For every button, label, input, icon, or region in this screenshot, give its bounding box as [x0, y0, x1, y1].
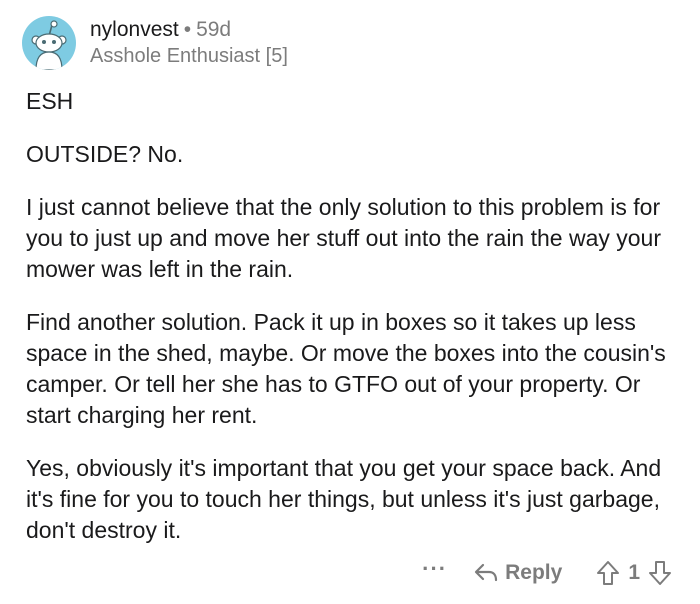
comment-paragraph: OUTSIDE? No. [26, 141, 184, 167]
comment-paragraph: Find another solution. Pack it up in box… [26, 309, 666, 428]
comment: nylonvest • 59d Asshole Enthusiast [5] ESH… [0, 0, 700, 604]
comment-age[interactable]: 59d [196, 18, 231, 41]
vote-count: 1 [628, 561, 640, 584]
comment-actions: ··· Reply 1 [422, 556, 672, 590]
comment-meta: nylonvest • 59d Asshole Enthusiast [5] [90, 17, 288, 69]
comment-header: nylonvest • 59d Asshole Enthusiast [5] [22, 14, 288, 72]
comment-body: ESH OUTSIDE? No. I just cannot believe t… [26, 86, 688, 568]
username-link[interactable]: nylonvest [90, 18, 179, 41]
reply-arrow-icon [475, 563, 498, 582]
comment-paragraph: ESH [26, 88, 74, 114]
meta-line: nylonvest • 59d [90, 17, 288, 43]
downvote-arrow-icon[interactable] [648, 560, 672, 586]
upvote-arrow-icon[interactable] [596, 560, 620, 586]
reply-label: Reply [505, 561, 563, 584]
reddit-snoo-avatar-icon [31, 20, 67, 70]
user-flair: Asshole Enthusiast [5] [90, 45, 288, 67]
comment-paragraph: Yes, obviously it's important that you g… [26, 455, 662, 543]
meta-separator: • [183, 18, 192, 41]
comment-paragraph: I just cannot believe that the only solu… [26, 194, 662, 282]
more-options-button[interactable]: ··· [422, 558, 447, 580]
vote-controls: 1 [596, 560, 672, 586]
reply-button[interactable]: Reply [473, 561, 562, 585]
user-avatar[interactable] [22, 16, 76, 70]
